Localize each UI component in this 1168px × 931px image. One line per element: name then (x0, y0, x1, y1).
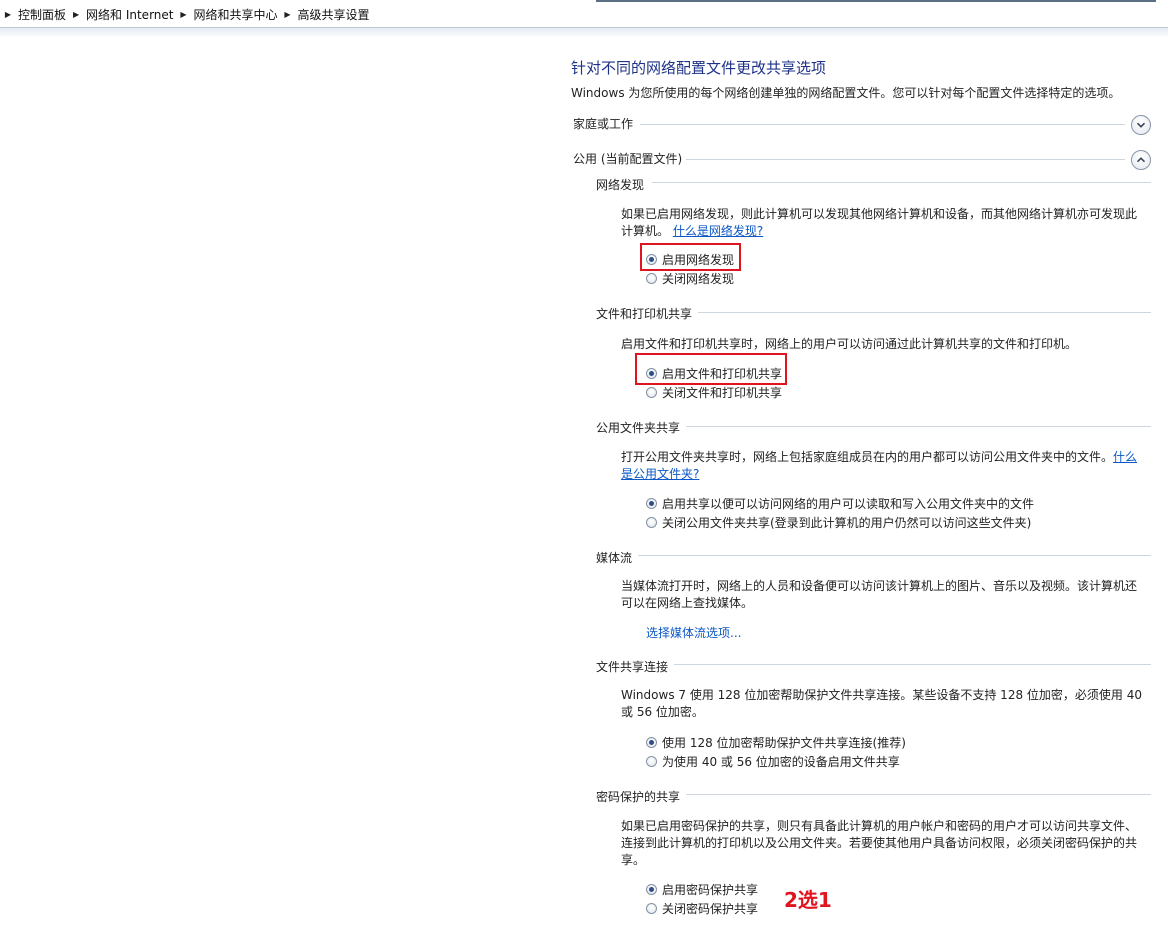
radio-label: 关闭密码保护共享 (662, 902, 759, 916)
breadcrumb: ▶ 控制面板 ▶ 网络和 Internet ▶ 网络和共享中心 ▶ 高级共享设置 (0, 5, 372, 23)
radio-label: 关闭文件和打印机共享 (662, 386, 783, 400)
page-title: 针对不同的网络配置文件更改共享选项 (571, 59, 827, 77)
radio-label: 启用网络发现 (662, 253, 735, 267)
expand-home-work-button[interactable] (1131, 115, 1151, 135)
radio-disable-public-folder-sharing[interactable]: 关闭公用文件夹共享(登录到此计算机的用户仍然可以访问这些文件夹) (646, 514, 1031, 531)
address-bar: ▶ 控制面板 ▶ 网络和 Internet ▶ 网络和共享中心 ▶ 高级共享设置 (0, 0, 1168, 28)
radio-enable-password-protected-sharing[interactable]: 启用密码保护共享 (646, 881, 758, 898)
page-description: Windows 为您所使用的每个网络创建单独的网络配置文件。您可以针对每个配置文… (571, 86, 1121, 100)
file-printer-sharing-heading: 文件和打印机共享 (596, 307, 693, 321)
what-is-network-discovery-link[interactable]: 什么是网络发现? (673, 224, 763, 238)
chevron-down-icon (1136, 122, 1146, 128)
radio-button[interactable] (646, 498, 657, 509)
radio-disable-file-printer-sharing[interactable]: 关闭文件和打印机共享 (646, 384, 782, 401)
media-streaming-heading: 媒体流 (596, 551, 633, 565)
password-desc-line2: 连接到此计算机的打印机以及公用文件夹。若要使其他用户具备访问权限，必须关闭密码保… (621, 836, 1138, 850)
radio-label: 启用密码保护共享 (662, 883, 759, 897)
radio-button[interactable] (646, 368, 657, 379)
network-discovery-desc-line1: 如果已启用网络发现，则此计算机可以发现其他网络计算机和设备，而其他网络计算机亦可… (621, 207, 1138, 221)
file-sharing-desc-line1: Windows 7 使用 128 位加密帮助保护文件共享连接。某些设备不支持 1… (621, 688, 1142, 702)
radio-button[interactable] (646, 756, 657, 767)
annotation-choose-one: 2选1 (784, 888, 832, 912)
what-is-public-folder-link-cont[interactable]: 是公用文件夹? (621, 467, 699, 481)
password-protected-sharing-description: 如果已启用密码保护的共享，则只有具备此计算机的用户帐户和密码的用户才可以访问共享… (621, 818, 1151, 869)
triangle-right-icon[interactable]: ▶ (0, 10, 16, 19)
radio-label: 关闭公用文件夹共享(登录到此计算机的用户仍然可以访问这些文件夹) (662, 516, 1032, 530)
profile-public-label[interactable]: 公用 (当前配置文件) (573, 150, 682, 167)
divider (686, 794, 1151, 795)
divider (674, 664, 1151, 665)
media-streaming-desc-line1: 当媒体流打开时，网络上的人员和设备便可以访问该计算机上的图片、音乐以及视频。该计… (621, 579, 1138, 593)
radio-enable-public-folder-sharing[interactable]: 启用共享以便可以访问网络的用户可以读取和写入公用文件夹中的文件 (646, 495, 1034, 512)
radio-button[interactable] (646, 387, 657, 398)
file-sharing-connections-description: Windows 7 使用 128 位加密帮助保护文件共享连接。某些设备不支持 1… (621, 687, 1151, 721)
radio-use-128-bit-encryption[interactable]: 使用 128 位加密帮助保护文件共享连接(推荐) (646, 734, 906, 751)
radio-button[interactable] (646, 254, 657, 265)
divider (652, 182, 1151, 183)
divider (638, 555, 1151, 556)
radio-button[interactable] (646, 884, 657, 895)
public-folder-desc-line1: 打开公用文件夹共享时，网络上包括家庭组成员在内的用户都可以访问公用文件夹中的文件… (621, 450, 1114, 464)
radio-enable-file-printer-sharing[interactable]: 启用文件和打印机共享 (646, 365, 782, 382)
toolbar-strip (0, 28, 1168, 36)
triangle-right-icon[interactable]: ▶ (280, 10, 296, 19)
breadcrumb-network-sharing-center[interactable]: 网络和共享中心 (191, 6, 279, 23)
network-discovery-heading: 网络发现 (596, 178, 645, 192)
file-sharing-desc-line2: 或 56 位加密。 (621, 705, 704, 719)
divider (698, 312, 1151, 313)
breadcrumb-advanced-sharing[interactable]: 高级共享设置 (296, 6, 372, 23)
radio-label: 启用文件和打印机共享 (662, 367, 783, 381)
password-desc-line3: 享。 (621, 853, 646, 867)
password-desc-line1: 如果已启用密码保护的共享，则只有具备此计算机的用户帐户和密码的用户才可以访问共享… (621, 819, 1138, 833)
radio-enable-40-56-bit-encryption[interactable]: 为使用 40 或 56 位加密的设备启用文件共享 (646, 753, 900, 770)
file-printer-sharing-description: 启用文件和打印机共享时，网络上的用户可以访问通过此计算机共享的文件和打印机。 (621, 337, 1078, 351)
divider (686, 426, 1151, 427)
breadcrumb-network-internet[interactable]: 网络和 Internet (84, 6, 175, 23)
radio-disable-network-discovery[interactable]: 关闭网络发现 (646, 270, 734, 287)
divider (686, 159, 1125, 160)
radio-label: 使用 128 位加密帮助保护文件共享连接(推荐) (662, 736, 906, 750)
radio-label: 为使用 40 或 56 位加密的设备启用文件共享 (662, 755, 900, 769)
media-streaming-description: 当媒体流打开时，网络上的人员和设备便可以访问该计算机上的图片、音乐以及视频。该计… (621, 578, 1146, 612)
choose-media-streaming-options-link[interactable]: 选择媒体流选项... (646, 624, 741, 641)
network-discovery-desc-line2: 计算机。 (621, 224, 670, 238)
divider (640, 124, 1125, 125)
window-edge (596, 0, 1156, 2)
radio-button[interactable] (646, 517, 657, 528)
radio-enable-network-discovery[interactable]: 启用网络发现 (646, 251, 734, 268)
radio-disable-password-protected-sharing[interactable]: 关闭密码保护共享 (646, 900, 758, 917)
chevron-up-icon (1136, 157, 1146, 163)
media-streaming-desc-line2: 可以在网络上查找媒体。 (621, 596, 754, 610)
network-discovery-description: 如果已启用网络发现，则此计算机可以发现其他网络计算机和设备，而其他网络计算机亦可… (621, 206, 1146, 240)
radio-button[interactable] (646, 273, 657, 284)
triangle-right-icon[interactable]: ▶ (68, 10, 84, 19)
breadcrumb-control-panel[interactable]: 控制面板 (16, 6, 68, 23)
public-folder-sharing-description: 打开公用文件夹共享时，网络上包括家庭组成员在内的用户都可以访问公用文件夹中的文件… (621, 449, 1151, 483)
radio-button[interactable] (646, 903, 657, 914)
radio-button[interactable] (646, 737, 657, 748)
triangle-right-icon[interactable]: ▶ (175, 10, 191, 19)
what-is-public-folder-link[interactable]: 什么 (1113, 450, 1137, 464)
radio-label: 关闭网络发现 (662, 272, 735, 286)
file-sharing-connections-heading: 文件共享连接 (596, 660, 669, 674)
profile-home-work-label[interactable]: 家庭或工作 (573, 115, 633, 132)
public-folder-sharing-heading: 公用文件夹共享 (596, 421, 681, 435)
radio-label: 启用共享以便可以访问网络的用户可以读取和写入公用文件夹中的文件 (662, 497, 1035, 511)
collapse-public-button[interactable] (1131, 150, 1151, 170)
password-protected-sharing-heading: 密码保护的共享 (596, 790, 681, 804)
